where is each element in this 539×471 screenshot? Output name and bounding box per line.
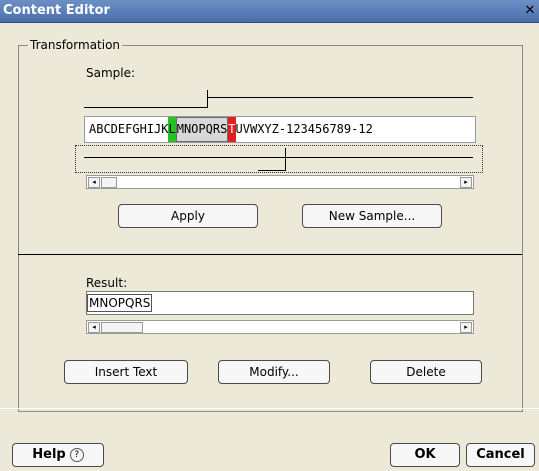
selected-sample-text: MNOPQRS — [175, 117, 229, 142]
result-scroll-thumb[interactable] — [101, 322, 143, 333]
title-bar: Content Editor ✕ — [0, 0, 539, 23]
new-sample-button[interactable]: New Sample... — [302, 204, 442, 228]
end-marker[interactable]: T — [228, 117, 236, 142]
ok-button[interactable]: OK — [390, 443, 460, 467]
modify-button[interactable]: Modify... — [218, 360, 330, 384]
transformation-legend: Transformation — [28, 38, 123, 52]
result-label: Result: — [86, 276, 128, 290]
insert-text-button[interactable]: Insert Text — [64, 360, 188, 384]
scroll-left-icon[interactable]: ◂ — [88, 322, 100, 333]
result-field[interactable]: MNOPQRS — [86, 291, 474, 315]
start-marker[interactable]: L — [168, 117, 176, 142]
start-slider-handle[interactable] — [207, 90, 208, 107]
sample-before-text: ABCDEFGHIJK — [89, 122, 169, 136]
sample-after-text: UVWXYZ-123456789-12 — [235, 122, 373, 136]
end-slider-handle[interactable] — [285, 148, 286, 171]
start-slider-right-line — [207, 97, 473, 98]
cancel-button[interactable]: Cancel — [466, 443, 535, 467]
result-scrollbar[interactable]: ◂ ▸ — [86, 320, 474, 334]
help-button[interactable]: Help? — [12, 443, 104, 467]
scroll-right-icon[interactable]: ▸ — [460, 177, 472, 188]
start-slider-left-line — [84, 107, 208, 108]
sample-scroll-thumb[interactable] — [101, 177, 117, 188]
window-title: Content Editor — [3, 3, 110, 18]
apply-button[interactable]: Apply — [118, 204, 258, 228]
sample-label: Sample: — [86, 66, 136, 80]
end-marker-slider-focus — [75, 145, 483, 173]
result-value: MNOPQRS — [87, 294, 153, 312]
help-icon: ? — [69, 447, 84, 462]
scroll-left-icon[interactable]: ◂ — [88, 177, 100, 188]
help-button-label: Help — [32, 447, 66, 462]
sample-text-strip[interactable]: ABCDEFGHIJKLMNOPQRSTUVWXYZ-123456789-12 — [84, 116, 476, 143]
scroll-right-icon[interactable]: ▸ — [460, 322, 472, 333]
delete-button[interactable]: Delete — [370, 360, 482, 384]
end-slider-left-line — [84, 157, 286, 158]
close-icon[interactable]: ✕ — [523, 4, 537, 18]
section-divider — [18, 254, 522, 255]
end-slider-right-line — [285, 157, 473, 158]
transformation-group — [18, 45, 523, 412]
end-slider-base-line — [258, 170, 286, 171]
sample-scrollbar[interactable]: ◂ ▸ — [86, 175, 474, 189]
footer-divider — [0, 408, 539, 409]
